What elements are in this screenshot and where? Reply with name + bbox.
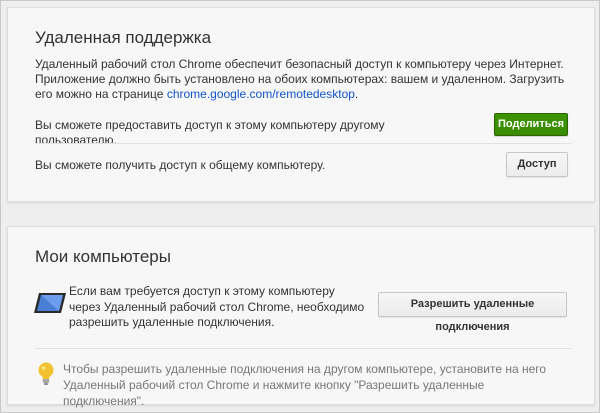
divider [35,143,572,144]
monitor-icon [34,293,66,313]
remote-support-description: Удаленный рабочий стол Chrome обеспечит … [35,57,575,102]
lightbulb-icon [38,362,54,385]
divider [35,348,572,349]
access-description: Вы сможете получить доступ к общему комп… [35,158,326,172]
access-button[interactable]: Доступ [506,152,568,177]
enable-remote-description: Если вам требуется доступ к этому компью… [69,284,365,329]
enable-remote-connections-button[interactable]: Разрешить удаленные подключения [378,292,567,333]
my-computers-card: Мои компьютеры Если вам требуется доступ… [7,226,595,408]
remote-support-title: Удаленная поддержка [35,28,212,47]
my-computers-title: Мои компьютеры [35,247,171,266]
tip-text: Чтобы разрешить удаленные подключения на… [63,362,547,408]
share-button[interactable]: Поделиться [494,113,568,136]
app-window: Удаленная поддержка Удаленный рабочий ст… [0,0,600,413]
remotedesktop-link[interactable]: chrome.google.com/remotedesktop [167,87,355,101]
description-end: . [354,87,359,101]
remote-support-card: Удаленная поддержка Удаленный рабочий ст… [7,7,595,202]
